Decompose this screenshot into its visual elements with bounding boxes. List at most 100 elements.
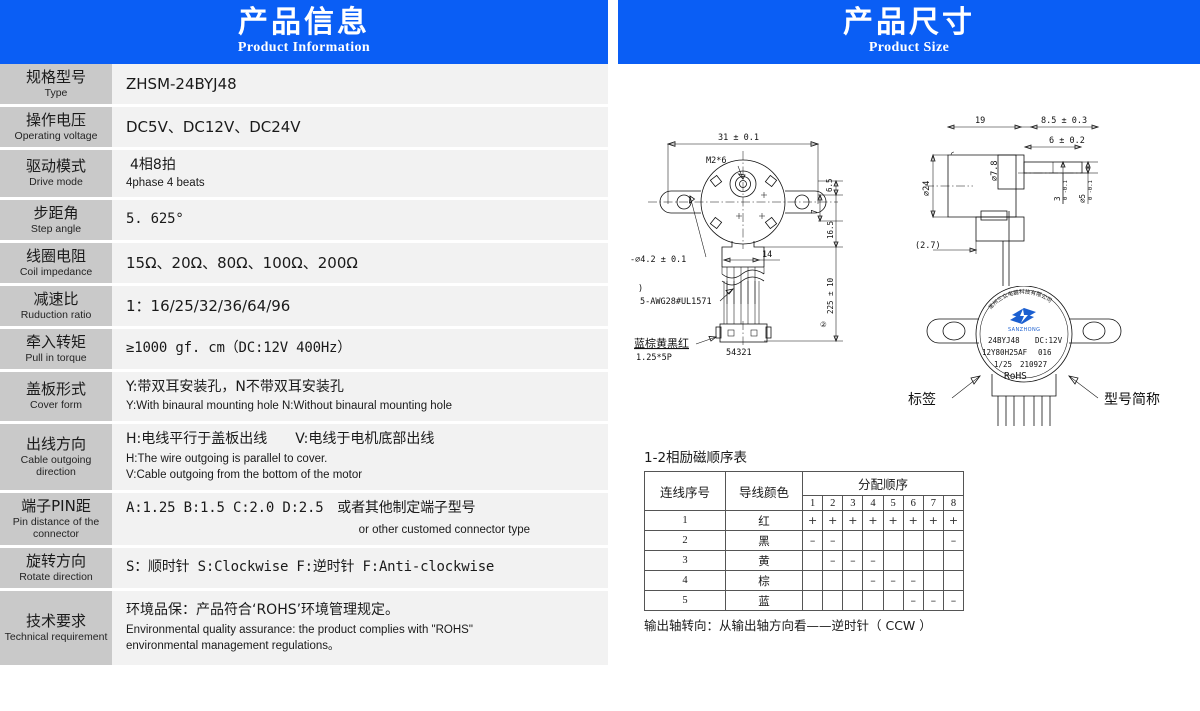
value-cn: 15Ω、20Ω、80Ω、100Ω、200Ω bbox=[126, 253, 358, 272]
sign-cell: – bbox=[922, 590, 944, 611]
row-color: 黑 bbox=[725, 530, 803, 551]
row-label-step-angle: 步距角 Step angle bbox=[0, 198, 112, 242]
sign-cell bbox=[882, 530, 904, 551]
row-label-type: 规格型号 Type bbox=[0, 64, 112, 106]
sign-cell: + bbox=[842, 510, 864, 531]
wire-colors-label: 蓝棕黄黑红 bbox=[634, 336, 689, 350]
row-label-coil-impedance: 线圈电阻 Coil impedance bbox=[0, 241, 112, 285]
row-label-drive-mode: 驱动模式 Drive mode bbox=[0, 148, 112, 199]
row-color: 黄 bbox=[725, 550, 803, 571]
table-row: 3 黄 – – – bbox=[644, 550, 965, 571]
sign-cell bbox=[942, 570, 965, 591]
value-cn: H:电线平行于盖板出线 V:电线于电机底部出线 bbox=[126, 430, 435, 447]
side-view-drawing: 19 8.5 ± 0.3 6 ± 0.2 ⌀24 ⌀7.8 3 0 -0.1 ⌀… bbox=[915, 116, 1100, 286]
row-label-pull-in-torque: 牵入转矩 Pull in torque bbox=[0, 327, 112, 371]
sign-cell: – bbox=[942, 590, 965, 611]
sign-cell bbox=[902, 530, 924, 551]
label-en: Pull in torque bbox=[25, 351, 87, 364]
sign-cell: – bbox=[862, 570, 884, 591]
row-value-reduction-ratio: 1：16/25/32/36/64/96 bbox=[112, 284, 608, 328]
sign-cell: – bbox=[882, 570, 904, 591]
sign-cell bbox=[902, 550, 924, 571]
value-en-1: H:The wire outgoing is parallel to cover… bbox=[126, 452, 328, 465]
row-value-step-angle: 5. 625° bbox=[112, 198, 608, 242]
header-distribution-sequence: 分配顺序 bbox=[802, 471, 964, 496]
row-value-technical-requirement: 环境品保：产品符合‘ROHS’环境管理规定。 Environmental qua… bbox=[112, 589, 608, 667]
row-label-cover-form: 盖板形式 Cover form bbox=[0, 370, 112, 423]
product-information-panel: 产品信息 Product Information 规格型号 Type ZHSM-… bbox=[0, 0, 608, 711]
sign-cell bbox=[801, 550, 824, 571]
dim-2-7-label: (2.7) bbox=[915, 241, 941, 251]
table-row: 4 棕 – – – bbox=[644, 570, 965, 591]
sign-cell bbox=[882, 590, 904, 611]
sign-cell bbox=[822, 590, 844, 611]
row-value-pin-distance: A:1.25 B:1.5 C:2.0 D:2.5 或者其他制定端子型号 or o… bbox=[112, 491, 608, 547]
sign-cell bbox=[942, 550, 965, 571]
dim-d5-label: ⌀5 bbox=[1078, 194, 1087, 203]
table-row: 5 蓝 – – – bbox=[644, 590, 965, 611]
row-label-cable-outgoing-direction: 出线方向 Cable outgoing direction bbox=[0, 422, 112, 492]
rotation-direction-note: 输出轴转向：从输出轴方向看——逆时针（ CCW ） bbox=[644, 618, 932, 633]
value-en-1: Environmental quality assurance: the pro… bbox=[126, 623, 473, 636]
sign-cell: + bbox=[862, 510, 884, 531]
label-en: Cable outgoing direction bbox=[20, 453, 92, 478]
value-cn: ZHSM-24BYJ48 bbox=[126, 74, 237, 93]
table-row: 驱动模式 Drive mode 4相8拍 4phase 4 beats bbox=[0, 148, 608, 199]
step-header: 1 bbox=[801, 495, 824, 511]
specification-table: 规格型号 Type ZHSM-24BYJ48 操作电压 Operating vo… bbox=[0, 64, 608, 668]
sign-cell bbox=[842, 570, 864, 591]
label-rohs: RoHS bbox=[1004, 371, 1027, 382]
step-header: 3 bbox=[842, 495, 864, 511]
label-model: 24BYJ48 bbox=[988, 336, 1020, 345]
value-cn: A:1.25 B:1.5 C:2.0 D:2.5 或者其他制定端子型号 bbox=[126, 500, 476, 517]
sign-cell: + bbox=[922, 510, 944, 531]
quantity-mark-label: ② bbox=[820, 320, 827, 329]
wire-paren: ) bbox=[638, 284, 643, 294]
sign-cell bbox=[822, 570, 844, 591]
row-index: 1 bbox=[644, 510, 726, 531]
value-cn: 1：16/25/32/36/64/96 bbox=[126, 296, 291, 315]
row-value-drive-mode: 4相8拍 4phase 4 beats bbox=[112, 148, 608, 199]
step-header: 7 bbox=[922, 495, 944, 511]
table-header-row: 连线序号 导线颜色 分配顺序 bbox=[644, 471, 964, 511]
row-color: 红 bbox=[725, 510, 803, 531]
label-number: 016 bbox=[1038, 348, 1052, 357]
table-row: 线圈电阻 Coil impedance 15Ω、20Ω、80Ω、100Ω、200… bbox=[0, 241, 608, 285]
label-en: Rotate direction bbox=[19, 570, 93, 583]
sign-cell bbox=[922, 530, 944, 551]
row-color: 蓝 bbox=[725, 590, 803, 611]
product-information-banner: 产品信息 Product Information bbox=[0, 0, 608, 64]
header-wire-color: 导线颜色 bbox=[725, 471, 803, 511]
label-en: Operating voltage bbox=[14, 129, 98, 142]
dim-3-label: 3 bbox=[1053, 196, 1062, 201]
product-spec-sheet: 产品信息 Product Information 规格型号 Type ZHSM-… bbox=[0, 0, 1200, 711]
sequence-table-body: 1 红 + + + + + + + + 2 黑 – – – 3 黄 – – – … bbox=[644, 510, 965, 611]
banner-title-en: Product Information bbox=[237, 39, 371, 55]
sign-cell bbox=[922, 550, 944, 571]
label-cn: 规格型号 bbox=[25, 68, 86, 86]
row-value-cable-outgoing-direction: H:电线平行于盖板出线 V:电线于电机底部出线 H:The wire outgo… bbox=[112, 422, 608, 492]
excitation-sequence-table: 连线序号 导线颜色 分配顺序 1 2 3 4 5 6 7 8 1 红 + + +… bbox=[644, 471, 965, 611]
header-wire-index: 连线序号 bbox=[644, 471, 726, 511]
sign-cell bbox=[801, 590, 824, 611]
sign-cell: + bbox=[801, 510, 824, 531]
sign-cell bbox=[922, 570, 944, 591]
row-label-technical-requirement: 技术要求 Technical requirement bbox=[0, 589, 112, 667]
callout-label-cn: 标签 bbox=[908, 391, 936, 408]
excitation-sequence-section: 1-2相励磁顺序表 连线序号 导线颜色 分配顺序 1 2 3 4 5 6 7 8… bbox=[644, 446, 974, 634]
label-ratio: 1/25 bbox=[994, 360, 1012, 369]
dim-16-5-label: 16.5 bbox=[826, 221, 835, 239]
value-en: Y:With binaural mounting hole N:Without … bbox=[126, 400, 453, 413]
value-cn: 4相8拍 bbox=[130, 156, 176, 173]
label-cn: 驱动模式 bbox=[25, 157, 86, 176]
label-en: Step angle bbox=[30, 222, 82, 235]
sequence-table-title: 1-2相励磁顺序表 bbox=[644, 450, 748, 466]
dim-d7-8-label: ⌀7.8 bbox=[990, 161, 1000, 181]
value-cn: Y:带双耳安装孔，N不带双耳安装孔 bbox=[126, 378, 344, 395]
label-cn: 操作电压 bbox=[25, 110, 86, 129]
row-index: 2 bbox=[644, 530, 726, 551]
label-en: Pin distance of the connector bbox=[12, 515, 100, 540]
step-header: 5 bbox=[882, 495, 904, 511]
label-cn: 端子PIN距 bbox=[21, 496, 91, 515]
sign-cell bbox=[801, 570, 824, 591]
